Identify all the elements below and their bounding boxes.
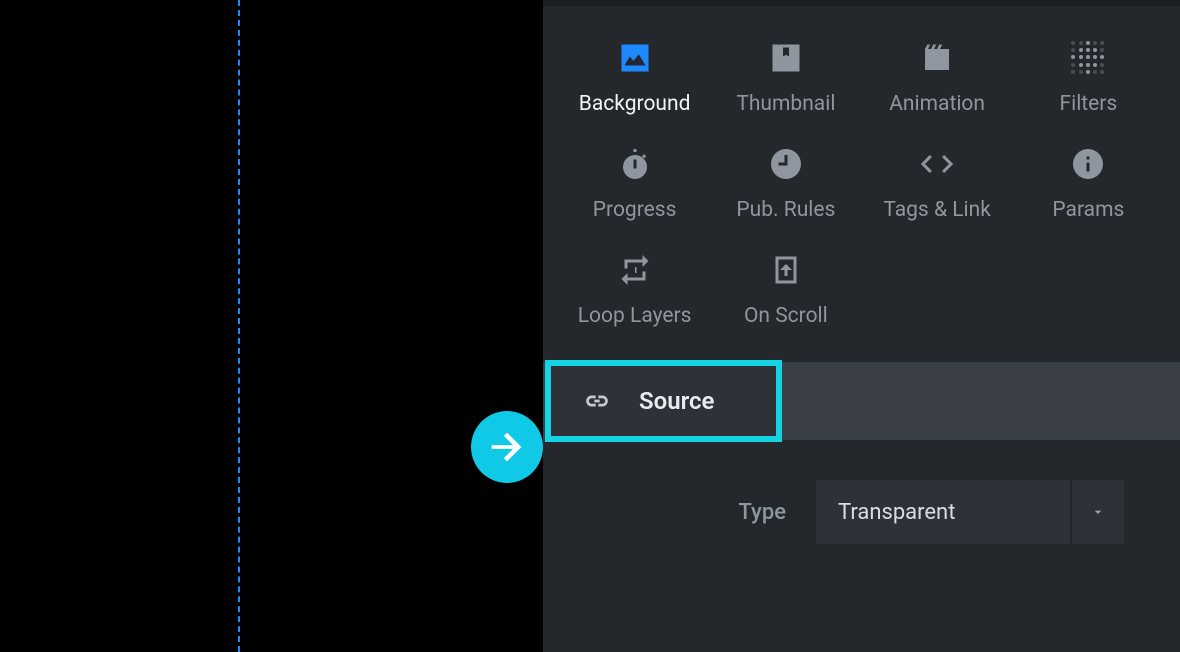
tab-label: Tags & Link (883, 198, 991, 222)
tab-label: On Scroll (744, 304, 828, 328)
tab-background[interactable]: Background (559, 38, 710, 116)
tab-params[interactable]: Params (1013, 144, 1164, 222)
bookmark-image-icon (766, 38, 806, 78)
tab-tags-link[interactable]: Tags & Link (862, 144, 1013, 222)
tab-label: Pub. Rules (736, 198, 835, 222)
tab-progress[interactable]: Progress (559, 144, 710, 222)
tab-label: Progress (593, 198, 677, 222)
callout-arrow-badge (471, 411, 543, 483)
tab-pub-rules[interactable]: Pub. Rules (710, 144, 861, 222)
type-field-row: Type Transparent (543, 440, 1180, 544)
panel-tab-grid: Background Thumbnail Animation (543, 6, 1180, 328)
code-icon (917, 144, 957, 184)
tab-label: Filters (1059, 92, 1117, 116)
link-icon (581, 385, 613, 417)
repeat-one-icon (615, 250, 655, 290)
tab-label: Background (579, 92, 691, 116)
type-select[interactable]: Transparent (816, 480, 1124, 544)
chevron-down-icon (1070, 480, 1124, 544)
tab-thumbnail[interactable]: Thumbnail (710, 38, 861, 116)
stopwatch-icon (615, 144, 655, 184)
tab-label: Params (1052, 198, 1124, 222)
tab-label: Animation (889, 92, 985, 116)
info-icon (1068, 144, 1108, 184)
vertical-guide-line (238, 0, 240, 652)
tab-loop-layers[interactable]: Loop Layers (559, 250, 710, 328)
source-section-chip[interactable]: Source (545, 360, 782, 442)
section-header-row: Source (543, 362, 1180, 440)
canvas-area[interactable] (0, 0, 543, 652)
type-select-value: Transparent (838, 500, 955, 525)
clock-icon (766, 144, 806, 184)
type-label: Type (738, 500, 786, 525)
image-icon (615, 38, 655, 78)
properties-panel: Background Thumbnail Animation (543, 0, 1180, 652)
tab-label: Loop Layers (578, 304, 692, 328)
tab-filters[interactable]: Filters (1013, 38, 1164, 116)
download-box-icon (766, 250, 806, 290)
tab-on-scroll[interactable]: On Scroll (710, 250, 861, 328)
tab-label: Thumbnail (736, 92, 835, 116)
blur-dots-icon (1068, 38, 1108, 78)
tab-animation[interactable]: Animation (862, 38, 1013, 116)
section-title: Source (639, 387, 714, 415)
arrow-right-icon (484, 424, 530, 470)
clapperboard-icon (917, 38, 957, 78)
